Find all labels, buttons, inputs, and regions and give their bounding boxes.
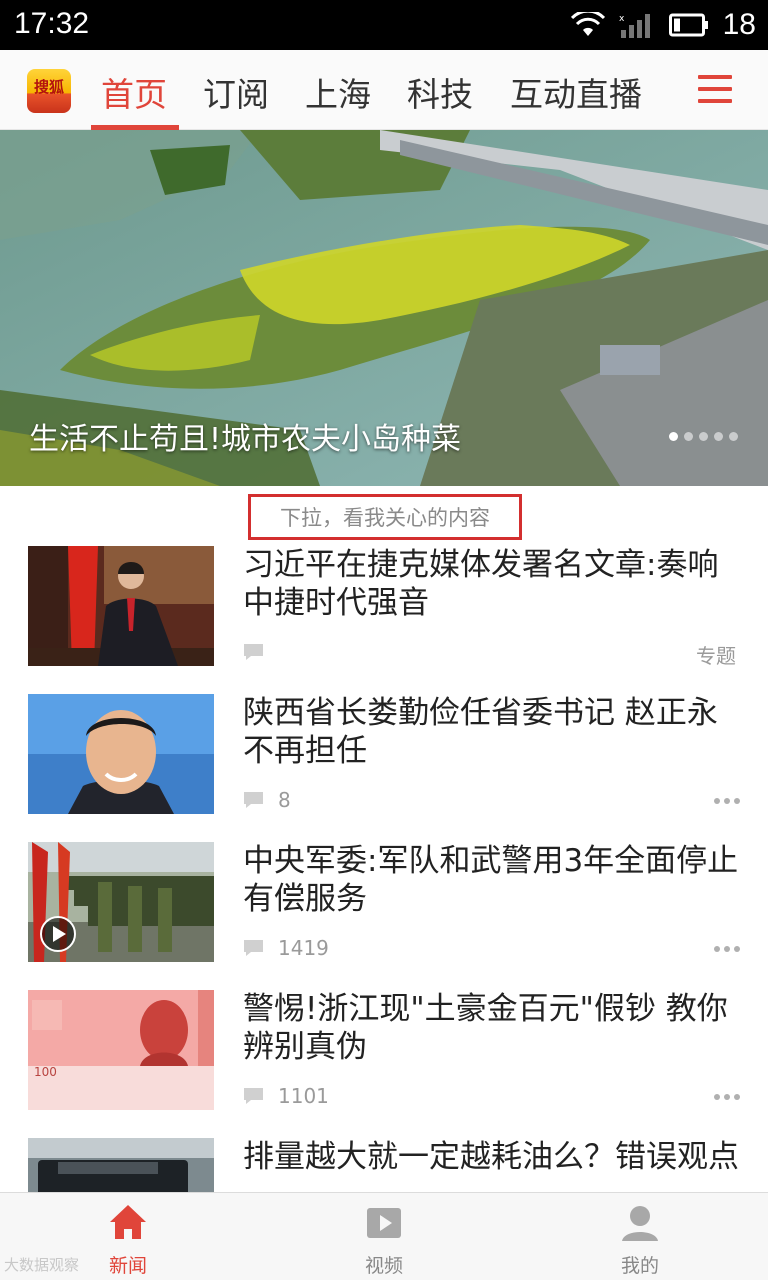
news-item[interactable]: 中央军委:军队和武警用3年全面停止有偿服务 1419 <box>0 842 768 990</box>
news-item[interactable]: 排量越大就一定越耗油么？错误观点 <box>0 1138 768 1192</box>
news-title[interactable]: 警惕!浙江现"土豪金百元"假钞 教你辨别真伪 <box>243 990 743 1066</box>
news-thumbnail <box>28 546 214 666</box>
more-options-icon[interactable] <box>714 946 740 952</box>
nav-label: 我的 <box>620 1255 659 1277</box>
carousel-dot <box>729 432 738 441</box>
nav-me[interactable]: 我的 <box>580 1193 700 1280</box>
svg-text:x: x <box>619 14 625 24</box>
home-icon <box>110 1205 146 1239</box>
bottom-navigation: 新闻 视频 我的 <box>0 1192 768 1280</box>
news-title[interactable]: 排量越大就一定越耗油么？错误观点 <box>243 1138 743 1176</box>
channel-tab-bar: 搜狐 首页 订阅 上海 科技 互动直播 <box>0 50 768 130</box>
carousel-dot <box>699 432 708 441</box>
news-thumbnail <box>28 1138 214 1192</box>
news-title[interactable]: 中央军委:军队和武警用3年全面停止有偿服务 <box>243 842 743 918</box>
news-title[interactable]: 习近平在捷克媒体发署名文章:奏响中捷时代强音 <box>243 546 743 622</box>
sohu-logo[interactable]: 搜狐 <box>27 69 71 113</box>
carousel-dot <box>669 432 678 441</box>
menu-icon[interactable] <box>698 75 732 107</box>
battery-level: 18 <box>722 8 756 41</box>
nav-news[interactable]: 新闻 <box>68 1193 188 1280</box>
comment-count: 1101 <box>278 1084 329 1108</box>
user-icon <box>622 1206 658 1241</box>
watermark: 大数据观察 <box>4 1256 80 1274</box>
topic-tag: 专题 <box>696 644 736 668</box>
play-icon <box>367 1208 401 1238</box>
comment-icon <box>244 644 263 660</box>
tab-tech[interactable]: 科技 <box>407 68 473 116</box>
news-title[interactable]: 陕西省长娄勤俭任省委书记 赵正永不再担任 <box>243 694 743 770</box>
carousel-dots <box>669 432 738 441</box>
nav-label: 视频 <box>364 1255 403 1277</box>
banner-caption[interactable]: 生活不止苟且!城市农夫小岛种菜 <box>29 414 461 458</box>
signal-icon: x <box>619 12 655 38</box>
comment-count: 8 <box>278 788 291 812</box>
tab-live[interactable]: 互动直播 <box>510 68 642 116</box>
news-thumbnail: 100 <box>28 990 214 1110</box>
news-item[interactable]: 习近平在捷克媒体发署名文章:奏响中捷时代强音 专题 <box>0 546 768 694</box>
tab-home[interactable]: 首页 <box>101 68 167 116</box>
nav-video[interactable]: 视频 <box>324 1193 444 1280</box>
news-item[interactable]: 陕西省长娄勤俭任省委书记 赵正永不再担任 8 <box>0 694 768 842</box>
news-thumbnail <box>28 694 214 814</box>
comment-icon <box>244 940 263 956</box>
carousel-dot <box>684 432 693 441</box>
battery-icon <box>668 13 709 37</box>
more-options-icon[interactable] <box>714 1094 740 1100</box>
status-time: 17:32 <box>14 7 90 40</box>
news-thumbnail <box>28 842 214 962</box>
carousel-dot <box>714 432 723 441</box>
pull-to-refresh-hint: 下拉，看我关心的内容 <box>248 494 522 540</box>
comment-icon <box>244 1088 263 1104</box>
tab-subscribe[interactable]: 订阅 <box>203 68 269 116</box>
news-item[interactable]: 100 警惕!浙江现"土豪金百元"假钞 教你辨别真伪 1101 <box>0 990 768 1138</box>
status-bar: 17:32 x 18 <box>0 0 768 50</box>
wifi-icon <box>570 12 605 38</box>
nav-label: 新闻 <box>108 1255 147 1277</box>
comment-count: 1419 <box>278 936 329 960</box>
more-options-icon[interactable] <box>714 798 740 804</box>
svg-text:100: 100 <box>34 1065 57 1079</box>
comment-icon <box>244 792 263 808</box>
tab-shanghai[interactable]: 上海 <box>305 68 371 116</box>
